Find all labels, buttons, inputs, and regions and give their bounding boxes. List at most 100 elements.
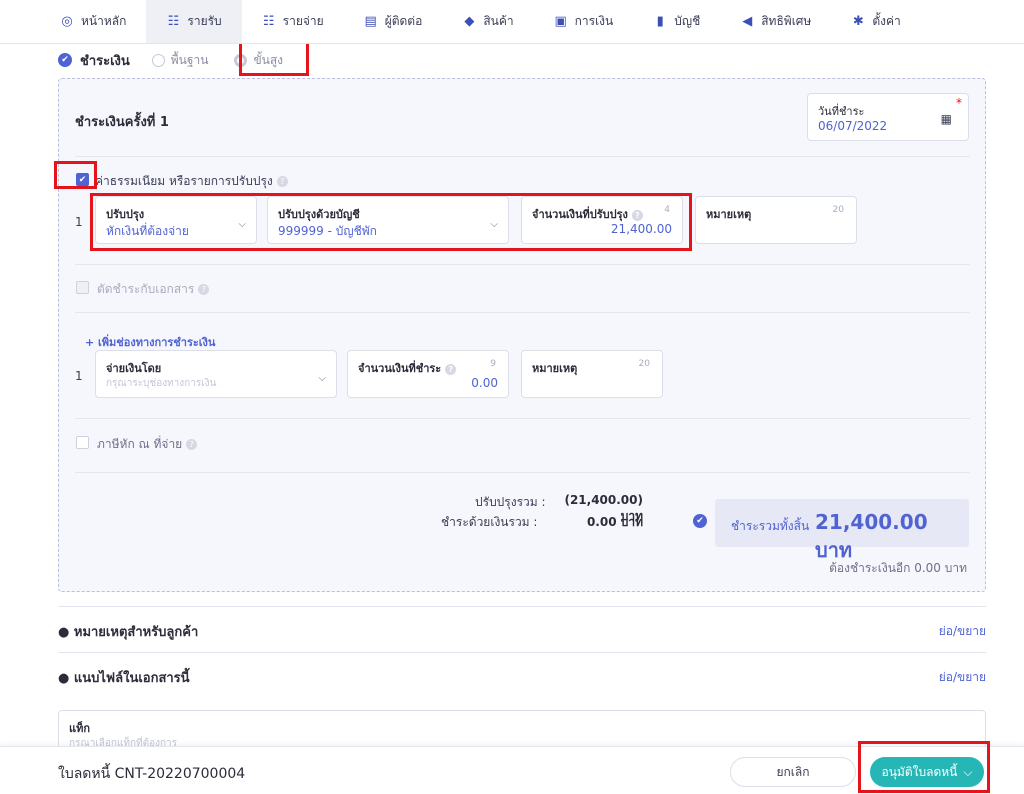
radio-selected-icon[interactable] xyxy=(234,53,248,67)
nav-item-finance[interactable]: ▣ การเงิน xyxy=(534,0,634,43)
approve-label: อนุมัติใบลดหนี้ xyxy=(881,764,958,779)
nav-label: รายจ่าย xyxy=(282,14,324,28)
adjustment-checkbox[interactable]: ✔ xyxy=(76,173,89,186)
calendar-icon[interactable]: ▦ xyxy=(941,112,952,126)
radio-basic-label: พื้นฐาน xyxy=(170,52,209,67)
customer-note-section: ● หมายเหตุสำหรับลูกค้า ย่อ/ขยาย xyxy=(58,606,986,652)
help-icon[interactable]: ? xyxy=(445,363,457,375)
expense-icon: ☷ xyxy=(262,14,275,29)
nav-item-contacts[interactable]: ▤ ผู้ติดต่อ xyxy=(344,0,443,43)
paid-amount-field[interactable]: จำนวนเงินที่ชำระ? 9 0.00 xyxy=(347,350,509,398)
payment-mode-toggle: ✔ ชำระเงิน พื้นฐาน ขั้นสูง xyxy=(58,48,283,72)
tag-select[interactable]: แท็ก กรุณาเลือกแท็กที่ต้องการ xyxy=(58,710,986,746)
date-value: 06/07/2022 xyxy=(818,119,888,133)
radio-basic[interactable]: พื้นฐาน xyxy=(151,51,209,70)
tag-placeholder: กรุณาเลือกแท็กที่ต้องการ xyxy=(69,738,178,746)
adjustment-row-number: 1 xyxy=(75,215,83,229)
grand-total-box: ชำระรวมทั้งสิ้น 21,400.00 บาท xyxy=(715,499,969,562)
offset-label-text: ตัดชำระกับเอกสาร xyxy=(97,282,195,296)
adjust-type-value: หักเงินที่ต้องจ่าย xyxy=(106,224,189,238)
cash-total-value: 0.00 บาท xyxy=(586,515,643,529)
help-icon[interactable]: ? xyxy=(631,209,643,221)
nav-item-privileges[interactable]: ◀ สิทธิพิเศษ xyxy=(720,0,831,43)
radio-circle-icon[interactable] xyxy=(151,53,165,67)
withholding-label-text: ภาษีหัก ณ ที่จ่าย xyxy=(97,437,183,451)
adjust-account-label: ปรับปรุงด้วยบัญชี xyxy=(278,208,360,221)
nav-item-accounting[interactable]: ▮ บัญชี xyxy=(633,0,720,43)
help-icon[interactable]: ? xyxy=(276,176,288,187)
divider xyxy=(75,312,970,313)
withholding-checkbox[interactable] xyxy=(76,436,89,449)
adjust-amount-label-text: จำนวนเงินที่ปรับปรุง xyxy=(532,208,628,221)
offset-checkbox[interactable] xyxy=(76,281,89,294)
adjust-type-label: ปรับปรุง xyxy=(106,208,145,221)
char-count: 9 xyxy=(490,359,496,369)
cash-total-label: ชำระด้วยเงินรวม : xyxy=(441,515,538,529)
nav-item-home[interactable]: ◎ หน้าหลัก xyxy=(40,0,146,43)
attachments-title: ● แนบไฟล์ในเอกสารนี้ xyxy=(58,671,190,686)
adjustment-amount-field[interactable]: จำนวนเงินที่ปรับปรุง? 4 21,400.00 xyxy=(521,196,683,244)
finance-icon: ▣ xyxy=(554,14,567,29)
attachments-section: ● แนบไฟล์ในเอกสารนี้ ย่อ/ขยาย xyxy=(58,652,986,698)
payment-title: ชำระเงิน xyxy=(80,53,130,69)
accounting-icon: ▮ xyxy=(656,14,664,29)
product-icon: ◆ xyxy=(464,14,475,29)
channel-note-field[interactable]: หมายเหตุ 20 xyxy=(521,350,663,398)
paid-amount-value: 0.00 xyxy=(471,376,498,390)
adjustment-account-select[interactable]: ปรับปรุงด้วยบัญชี 999999 - บัญชีพัก ⌵ xyxy=(267,196,509,244)
divider xyxy=(75,418,970,419)
adjust-note-label: หมายเหตุ xyxy=(706,208,752,221)
nav-item-income[interactable]: ☷ รายรับ xyxy=(146,0,242,43)
date-label: วันที่ชำระ xyxy=(818,105,865,118)
chevron-down-icon: ⌵ xyxy=(238,219,246,230)
help-icon[interactable]: ? xyxy=(186,439,198,450)
adjustment-note-field[interactable]: หมายเหตุ 20 xyxy=(695,196,857,244)
attachments-toggle[interactable]: ย่อ/ขยาย xyxy=(939,668,986,687)
approve-credit-note-button[interactable]: อนุมัติใบลดหนี้ ⌵ xyxy=(870,757,984,787)
radio-advanced-label: ขั้นสูง xyxy=(253,52,284,67)
cancel-button[interactable]: ยกเลิก xyxy=(730,757,856,787)
nav-label: รายรับ xyxy=(187,14,222,28)
payment-panel: ชำระเงินครั้งที่ 1 * วันที่ชำระ 06/07/20… xyxy=(58,78,986,592)
chevron-down-icon: ⌵ xyxy=(490,219,498,230)
nav-label: การเงิน xyxy=(574,14,614,28)
nav-label: บัญชี xyxy=(674,14,701,28)
adjustment-type-select[interactable]: ปรับปรุง หักเงินที่ต้องจ่าย ⌵ xyxy=(95,196,257,244)
nav-item-settings[interactable]: ✱ ตั้งค่า xyxy=(831,0,920,43)
add-payment-channel-link[interactable]: + เพิ่มช่องทางการชำระเงิน xyxy=(85,333,215,351)
channel-row-number: 1 xyxy=(75,369,83,383)
chevron-down-icon: ⌵ xyxy=(318,373,326,384)
nav-label: หน้าหลัก xyxy=(81,14,127,28)
nav-item-expense[interactable]: ☷ รายจ่าย xyxy=(242,0,344,43)
radio-advanced[interactable]: ขั้นสูง xyxy=(234,51,283,70)
adjust-amount-label: จำนวนเงินที่ปรับปรุง? xyxy=(532,205,643,223)
paid-by-label: จ่ายเงินโดย xyxy=(106,362,162,375)
income-icon: ☷ xyxy=(167,14,180,29)
paid-by-select[interactable]: จ่ายเงินโดย กรุณาระบุช่องทางการเงิน ⌵ xyxy=(95,350,337,398)
payment-date-field[interactable]: * วันที่ชำระ 06/07/2022 ▦ xyxy=(807,93,969,141)
nav-item-products[interactable]: ◆ สินค้า xyxy=(442,0,533,43)
dashboard-icon: ◎ xyxy=(61,14,73,29)
required-marker: * xyxy=(956,96,962,110)
payment-enabled-check-icon[interactable]: ✔ xyxy=(58,53,72,67)
installment-title: ชำระเงินครั้งที่ 1 xyxy=(75,115,169,130)
paid-amount-label: จำนวนเงินที่ชำระ? xyxy=(358,359,457,377)
document-number: ใบลดหนี้ CNT-20220700004 xyxy=(58,766,246,782)
chevron-down-icon: ⌵ xyxy=(963,764,973,779)
char-count: 20 xyxy=(638,359,650,369)
grand-total-label: ชำระรวมทั้งสิ้น xyxy=(731,519,810,533)
tag-label: แท็ก xyxy=(69,722,91,735)
customer-note-toggle[interactable]: ย่อ/ขยาย xyxy=(939,622,986,641)
divider xyxy=(75,264,970,265)
help-icon[interactable]: ? xyxy=(198,284,210,295)
paid-amount-label-text: จำนวนเงินที่ชำระ xyxy=(358,362,442,375)
channel-note-label: หมายเหตุ xyxy=(532,362,578,375)
privilege-icon: ◀ xyxy=(742,14,753,29)
adjust-account-value: 999999 - บัญชีพัก xyxy=(278,224,377,238)
offset-checkbox-label: ตัดชำระกับเอกสาร? xyxy=(97,280,210,299)
adjust-total-label: ปรับปรุงรวม : xyxy=(475,495,546,509)
grand-total-value: 21,400.00 บาท xyxy=(815,510,928,562)
adjust-amount-value: 21,400.00 xyxy=(610,222,672,236)
adjustment-checkbox-label: ค่าธรรมเนียม หรือรายการปรับปรุง? xyxy=(95,172,288,191)
settings-icon: ✱ xyxy=(852,14,864,29)
